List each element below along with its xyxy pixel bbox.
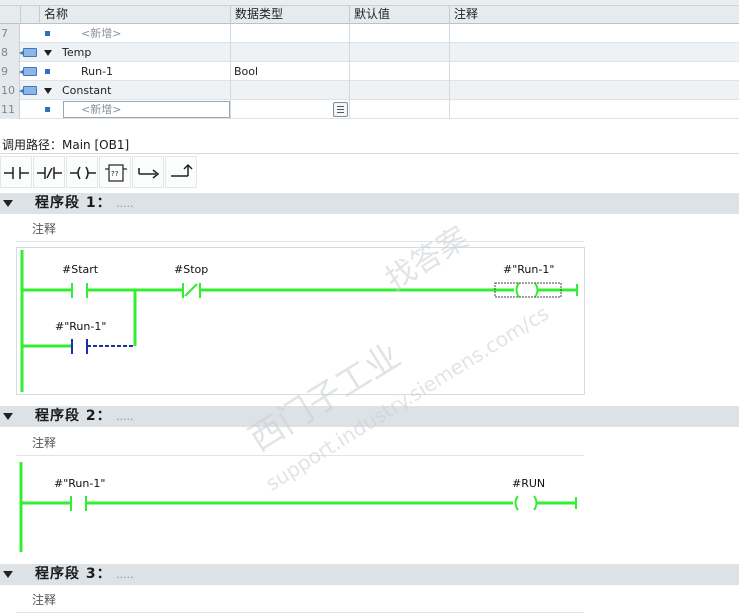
close-branch-button[interactable] [165, 156, 197, 188]
variable-icon [45, 69, 50, 74]
table-row[interactable]: 10 Constant [0, 81, 739, 100]
network-comment[interactable]: 注释 [32, 434, 56, 451]
table-row[interactable]: 11 <新增> [0, 100, 739, 119]
coil-icon [70, 166, 96, 180]
header-name[interactable]: 名称 [39, 6, 230, 24]
empty-box-button[interactable]: ?? [99, 156, 131, 188]
interface-io-icon [19, 86, 37, 95]
collapse-caret-icon[interactable] [3, 200, 13, 207]
collapse-caret-icon[interactable] [3, 413, 13, 420]
network-comment[interactable]: 注释 [32, 220, 56, 237]
network-3-header[interactable]: 程序段 3： ..... [0, 564, 739, 585]
nc-contact-icon [37, 167, 62, 179]
network-title-placeholder[interactable]: ..... [116, 193, 133, 214]
row-number: 10 [0, 81, 20, 100]
table-row[interactable]: 9 Run-1 Bool [0, 62, 739, 81]
header-data-type[interactable]: 数据类型 [230, 6, 349, 24]
normally-closed-contact-button[interactable] [33, 156, 65, 188]
network-1-ladder: #Start #Stop #"Run-1" #"Run-1" [16, 247, 585, 395]
data-type-cell[interactable]: Bool [234, 62, 258, 81]
interface-header-row: 名称 数据类型 默认值 注释 [0, 6, 739, 24]
contact-stop-tag[interactable]: #Stop [174, 263, 208, 276]
network-1-header[interactable]: 程序段 1： ..... [0, 193, 739, 214]
variable-icon [45, 107, 50, 112]
svg-text:??: ?? [111, 170, 119, 178]
row-number: 11 [0, 100, 20, 119]
interface-table: 名称 数据类型 默认值 注释 7 <新增> 8 Temp 9 Run-1 Boo… [0, 0, 739, 126]
collapse-caret-icon[interactable] [44, 88, 52, 94]
network-2-header[interactable]: 程序段 2： ..... [0, 406, 739, 427]
network-title: 程序段 1： [35, 195, 112, 211]
divider [0, 153, 739, 154]
network-title: 程序段 2： [35, 408, 112, 424]
contact-run1-tag[interactable]: #"Run-1" [55, 320, 106, 333]
coil-button[interactable] [66, 156, 98, 188]
header-default-value[interactable]: 默认值 [349, 6, 449, 24]
contact-run1-tag[interactable]: #"Run-1" [54, 477, 105, 490]
coil-run-tag[interactable]: #RUN [512, 477, 545, 490]
table-row[interactable]: 8 Temp [0, 43, 739, 62]
network-title-placeholder[interactable]: ..... [116, 564, 133, 585]
data-type-picker-icon[interactable] [333, 102, 348, 117]
variable-icon [45, 31, 50, 36]
interface-io-icon [19, 67, 37, 76]
row-number: 7 [0, 24, 20, 43]
network-2-ladder: #"Run-1" #RUN [19, 462, 577, 552]
network-comment[interactable]: 注释 [32, 591, 56, 608]
collapse-caret-icon[interactable] [44, 50, 52, 56]
name-cell[interactable]: <新增> [81, 24, 121, 43]
call-path: 调用路径：Main [OB1] [2, 138, 130, 152]
open-branch-button[interactable] [132, 156, 164, 188]
name-cell[interactable]: Temp [62, 43, 91, 62]
no-contact-icon [4, 167, 29, 179]
name-cell[interactable]: Run-1 [81, 62, 113, 81]
collapse-caret-icon[interactable] [3, 571, 13, 578]
name-cell[interactable]: Constant [62, 81, 111, 100]
row-number: 8 [0, 43, 20, 62]
name-cell[interactable]: <新增> [81, 100, 121, 119]
table-row[interactable]: 7 <新增> [0, 24, 739, 43]
contact-start-tag[interactable]: #Start [62, 263, 99, 276]
coil-run1-tag[interactable]: #"Run-1" [503, 263, 554, 276]
network-title-placeholder[interactable]: ..... [116, 406, 133, 427]
open-branch-icon [138, 168, 160, 179]
interface-io-icon [19, 48, 37, 57]
network-title: 程序段 3： [35, 566, 112, 582]
box-icon: ?? [105, 164, 127, 182]
header-icon-col [20, 6, 39, 24]
close-branch-icon [171, 163, 193, 177]
row-number: 9 [0, 62, 20, 81]
header-comment[interactable]: 注释 [449, 6, 739, 24]
normally-open-contact-button[interactable] [0, 156, 32, 188]
